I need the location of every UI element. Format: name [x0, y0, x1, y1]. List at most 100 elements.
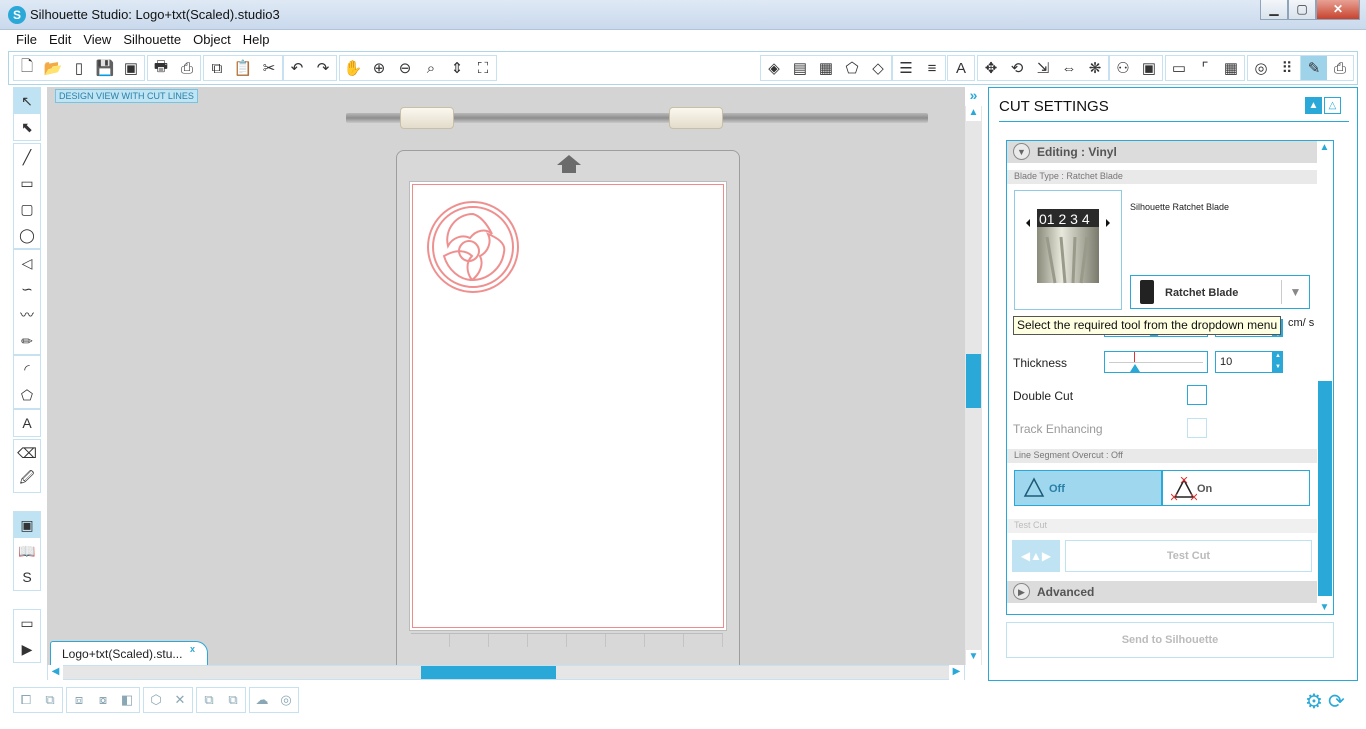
window-panel-icon[interactable]: ▭: [14, 610, 40, 636]
blade-type-dropdown[interactable]: Ratchet Blade ▼: [1130, 275, 1310, 309]
horizontal-scroll-thumb[interactable]: [421, 666, 556, 679]
overcut-on-button[interactable]: On: [1162, 470, 1310, 506]
bring-front-icon[interactable]: ◧: [115, 688, 139, 712]
cloud-icon[interactable]: ☁: [250, 688, 274, 712]
expand-right-icon[interactable]: ▶: [1013, 583, 1030, 600]
store-icon[interactable]: ⚇: [1110, 56, 1136, 80]
delete-icon[interactable]: ✕: [168, 688, 192, 712]
menu-view[interactable]: View: [77, 30, 117, 49]
vertical-scroll-thumb[interactable]: [966, 354, 981, 408]
thickness-input[interactable]: 10: [1215, 351, 1273, 373]
play-icon[interactable]: ▶: [14, 636, 40, 662]
overcut-off-button[interactable]: Off: [1014, 470, 1162, 506]
silhouette-store-icon[interactable]: S: [14, 564, 40, 590]
sync-icon[interactable]: ⟳: [1328, 689, 1345, 714]
paste-icon[interactable]: 📋: [230, 56, 256, 80]
release-compound-icon[interactable]: ⧇: [91, 688, 115, 712]
redo-icon[interactable]: ↷: [310, 56, 336, 80]
curve-tool-icon[interactable]: ∽: [14, 276, 40, 302]
knife-tool-icon[interactable]: 🖉: [14, 466, 40, 492]
minimize-button[interactable]: ▁: [1260, 0, 1288, 20]
maximize-button[interactable]: ▢: [1288, 0, 1316, 20]
close-button[interactable]: ✕: [1316, 0, 1360, 20]
text-style-icon[interactable]: A: [948, 56, 974, 80]
library-icon[interactable]: ▣: [1136, 56, 1162, 80]
line-style-bars-icon[interactable]: ≡: [919, 56, 945, 80]
duplicate-right-icon[interactable]: ⧉: [221, 688, 245, 712]
line-tool-icon[interactable]: ╱: [14, 144, 40, 170]
thickness-slider[interactable]: [1104, 351, 1208, 373]
save-icon[interactable]: 💾: [92, 56, 118, 80]
copy-icon[interactable]: ⧉: [204, 56, 230, 80]
eraser-tool-icon[interactable]: ⌫: [14, 440, 40, 466]
scroll-left-icon[interactable]: ◀: [48, 665, 63, 680]
trace-icon[interactable]: ◎: [1248, 56, 1274, 80]
arc-tool-icon[interactable]: ◜: [14, 356, 40, 382]
undo-icon[interactable]: ↶: [284, 56, 310, 80]
chevron-down-icon[interactable]: ▼: [1281, 280, 1309, 304]
group-icon[interactable]: ⧠: [14, 688, 38, 712]
canvas-horizontal-scrollbar[interactable]: ◀ ▶: [47, 665, 965, 680]
track-enhancing-checkbox[interactable]: [1187, 418, 1207, 438]
scroll-down-icon[interactable]: ▼: [1317, 601, 1332, 614]
scroll-right-icon[interactable]: ▶: [949, 665, 964, 680]
menu-edit[interactable]: Edit: [43, 30, 77, 49]
print-cut-icon[interactable]: ⎙: [174, 56, 200, 80]
open-folder-icon[interactable]: 📂: [40, 56, 66, 80]
double-cut-checkbox[interactable]: [1187, 385, 1207, 405]
save-to-library-icon[interactable]: ▣: [118, 56, 144, 80]
zoom-select-icon[interactable]: ⌕: [418, 56, 444, 80]
print-icon[interactable]: 🖶: [148, 56, 174, 80]
drag-zoom-icon[interactable]: ⇕: [444, 56, 470, 80]
page-setup-icon[interactable]: ▭: [1166, 56, 1192, 80]
menu-file[interactable]: File: [10, 30, 43, 49]
document-tab-close-icon[interactable]: x: [190, 644, 195, 654]
menu-help[interactable]: Help: [237, 30, 276, 49]
panel-mode-standard-icon[interactable]: ▲: [1305, 97, 1322, 114]
line-color-icon[interactable]: ⬠: [839, 56, 865, 80]
pattern-fill-icon[interactable]: ▦: [813, 56, 839, 80]
settings-gear-icon[interactable]: ⚙: [1305, 689, 1323, 714]
registration-marks-icon[interactable]: ⌜: [1192, 56, 1218, 80]
line-color-bars-icon[interactable]: ☰: [893, 56, 919, 80]
fill-color-icon[interactable]: ◈: [761, 56, 787, 80]
cut-settings-scrollbar[interactable]: ▲ ▼: [1317, 141, 1333, 614]
collapse-down-icon[interactable]: ▼: [1013, 143, 1030, 160]
weld-icon[interactable]: ⬡: [144, 688, 168, 712]
ellipse-tool-icon[interactable]: ◯: [14, 222, 40, 248]
select-arrow-icon[interactable]: ↖: [14, 88, 40, 114]
cut-settings-icon[interactable]: ✎: [1301, 56, 1327, 80]
line-style-icon[interactable]: ◇: [865, 56, 891, 80]
collapse-panel-button[interactable]: »: [965, 87, 982, 104]
document-tab[interactable]: Logo+txt(Scaled).stu... x: [50, 641, 208, 665]
transform-icon[interactable]: ✥: [978, 56, 1004, 80]
gradient-fill-icon[interactable]: ▤: [787, 56, 813, 80]
new-document-icon[interactable]: 🗋: [14, 56, 40, 80]
design-canvas[interactable]: DESIGN VIEW WITH CUT LINES: [47, 87, 965, 665]
rotate-icon[interactable]: ⟲: [1004, 56, 1030, 80]
spiral-icon[interactable]: ◎: [274, 688, 298, 712]
move-icon[interactable]: ⇔: [1056, 56, 1082, 80]
freehand-tool-icon[interactable]: 〰: [14, 302, 40, 328]
grid-icon[interactable]: ▦: [1218, 56, 1244, 80]
canvas-vertical-scrollbar[interactable]: ▲ ▼: [965, 106, 982, 665]
edit-points-icon[interactable]: ⬉: [14, 114, 40, 140]
cut-settings-scroll-thumb[interactable]: [1318, 381, 1332, 596]
rounded-rectangle-tool-icon[interactable]: ▢: [14, 196, 40, 222]
make-compound-icon[interactable]: ⧈: [67, 688, 91, 712]
pan-hand-icon[interactable]: ✋: [340, 56, 366, 80]
thickness-slider-thumb[interactable]: [1130, 364, 1140, 372]
thickness-spinner[interactable]: ▲ ▼: [1273, 351, 1283, 373]
scale-icon[interactable]: ⇲: [1030, 56, 1056, 80]
test-cut-move-arrows-icon[interactable]: ◀▲▶: [1012, 540, 1060, 572]
zoom-in-icon[interactable]: ⊕: [366, 56, 392, 80]
offset-icon[interactable]: ⠿: [1274, 56, 1300, 80]
rectangle-tool-icon[interactable]: ▭: [14, 170, 40, 196]
scroll-up-icon[interactable]: ▲: [1317, 141, 1332, 156]
advanced-section-header[interactable]: ▶ Advanced: [1007, 581, 1318, 603]
regular-polygon-icon[interactable]: ⬠: [14, 382, 40, 408]
replicate-icon[interactable]: ❋: [1082, 56, 1108, 80]
cut-icon[interactable]: ✂: [256, 56, 282, 80]
polygon-tool-icon[interactable]: ◁: [14, 250, 40, 276]
send-to-silhouette-icon[interactable]: ⎙: [1327, 56, 1353, 80]
